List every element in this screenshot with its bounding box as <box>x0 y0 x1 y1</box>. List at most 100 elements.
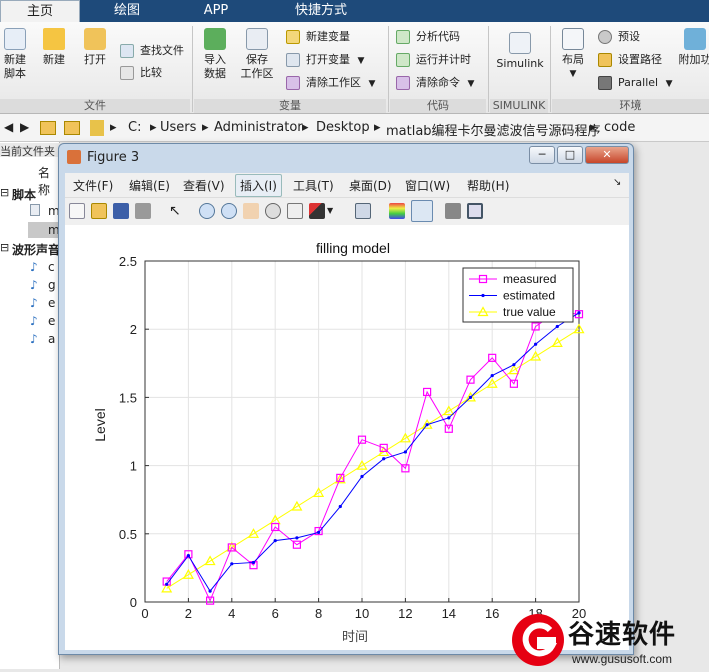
run-and-time-button[interactable]: 运行并计时 <box>396 51 471 69</box>
zoom-in-icon[interactable] <box>199 203 215 219</box>
maximize-button[interactable]: □ <box>557 146 583 164</box>
figure-menubar: 文件(F) 编辑(E) 查看(V) 插入(I) 工具(T) 桌面(D) 窗口(W… <box>65 173 629 197</box>
browse-folder-icon[interactable] <box>64 121 80 135</box>
up-folder-icon[interactable] <box>40 121 56 135</box>
tab-plots[interactable]: 绘图 <box>88 0 166 22</box>
breadcrumb-drive[interactable]: C: <box>128 120 141 135</box>
menu-view[interactable]: 查看(V) <box>183 177 225 194</box>
dock-arrow-icon[interactable]: ↘ <box>613 177 621 188</box>
chart[interactable]: 0 2 4 6 8 10 12 14 16 18 2000.511.522.5 filling mo… <box>65 225 629 650</box>
back-arrow-icon[interactable]: ◀ <box>4 120 13 134</box>
menu-help[interactable]: 帮助(H) <box>467 177 509 194</box>
analyze-code-button[interactable]: 分析代码 <box>396 28 460 46</box>
close-button[interactable]: ✕ <box>585 146 629 164</box>
divider <box>388 26 389 112</box>
open-file-icon[interactable] <box>91 203 107 219</box>
data-point-estimated <box>165 582 169 586</box>
addons-button[interactable]: 附加功 <box>678 28 709 67</box>
data-point-estimated <box>403 450 407 454</box>
breadcrumb-desktop[interactable]: Desktop <box>316 120 370 135</box>
menu-desktop[interactable]: 桌面(D) <box>349 177 392 194</box>
new-variable-button[interactable]: 新建变量 <box>286 28 350 46</box>
collapse-icon[interactable]: ⊟ <box>0 186 9 199</box>
name-column-header[interactable]: 名称 <box>38 164 59 198</box>
list-item[interactable]: c <box>48 260 55 274</box>
collapse-icon[interactable]: ⊟ <box>0 241 9 254</box>
menu-window[interactable]: 窗口(W) <box>405 177 450 194</box>
print-icon[interactable] <box>135 203 151 219</box>
rotate-3d-icon[interactable] <box>265 203 281 219</box>
import-icon <box>204 28 226 50</box>
link-plot-icon[interactable] <box>355 203 371 219</box>
clear-workspace-button[interactable]: 清除工作区 ▼ <box>286 74 375 92</box>
list-item[interactable]: e <box>48 314 55 328</box>
new-button[interactable]: 新建 <box>40 28 68 67</box>
path-separator: ▸ <box>590 120 597 135</box>
pan-hand-icon[interactable] <box>243 203 259 219</box>
menu-file[interactable]: 文件(F) <box>73 177 113 194</box>
new-figure-icon[interactable] <box>69 203 85 219</box>
save-icon[interactable] <box>113 203 129 219</box>
chevron-down-icon[interactable]: ▼ <box>327 203 343 219</box>
figure-window: Figure 3 ─ □ ✕ 文件(F) 编辑(E) 查看(V) 插入(I) 工… <box>58 143 634 655</box>
breadcrumb-project-folder[interactable]: matlab编程卡尔曼滤波信号源码程序 <box>386 120 601 139</box>
preferences-button[interactable]: 预设 <box>598 28 640 46</box>
watermark-url: www.gususoft.com <box>572 652 673 666</box>
x-tick-label: 12 <box>398 606 412 621</box>
legend[interactable]: measured estimated true value <box>462 267 574 323</box>
open-variable-button[interactable]: 打开变量 ▼ <box>286 51 364 69</box>
watermark: 谷速软件 www.gususoft.com <box>510 612 709 669</box>
clear-commands-button[interactable]: 清除命令 ▼ <box>396 74 474 92</box>
data-point-estimated <box>382 457 386 461</box>
pointer-icon[interactable]: ↖ <box>169 203 185 219</box>
y-tick-label: 2.5 <box>119 254 137 269</box>
data-point-estimated <box>534 342 538 346</box>
zoom-out-icon[interactable] <box>221 203 237 219</box>
list-item[interactable]: a <box>48 332 55 346</box>
brush-icon[interactable] <box>309 203 325 219</box>
data-point-estimated <box>577 311 581 315</box>
variable-group-label: 变量 <box>194 99 386 113</box>
save-workspace-button[interactable]: 保存 工作区 <box>240 28 274 81</box>
open-variable-icon <box>286 53 300 67</box>
data-cursor-icon[interactable] <box>287 203 303 219</box>
data-point-estimated <box>447 416 451 420</box>
tab-apps[interactable]: APP <box>176 0 256 22</box>
list-item[interactable]: g <box>48 278 56 292</box>
list-item[interactable]: e <box>48 296 55 310</box>
find-files-button[interactable]: 查找文件 <box>120 42 184 60</box>
import-data-button[interactable]: 导入 数据 <box>200 28 230 81</box>
breadcrumb-code[interactable]: code <box>604 120 635 135</box>
breadcrumb-users[interactable]: Users <box>160 120 196 135</box>
set-path-button[interactable]: 设置路径 <box>598 51 662 69</box>
new-script-button[interactable]: 新建 脚本 <box>2 28 28 81</box>
forward-arrow-icon[interactable]: ▶ <box>20 120 29 134</box>
tab-home[interactable]: 主页 <box>0 0 80 22</box>
hide-plot-tools-icon[interactable] <box>445 203 461 219</box>
figure-title: Figure 3 <box>87 150 140 165</box>
chevron-down-icon: ▼ <box>357 56 365 66</box>
menu-edit[interactable]: 编辑(E) <box>129 177 170 194</box>
breadcrumb-administrator[interactable]: Administrator <box>214 120 303 135</box>
menu-tools[interactable]: 工具(T) <box>293 177 334 194</box>
brush-icon <box>286 76 300 90</box>
layout-button[interactable]: 布局 ▼ <box>556 28 590 81</box>
parallel-button[interactable]: Parallel ▼ <box>598 74 673 92</box>
compare-button[interactable]: 比较 <box>120 64 162 82</box>
simulink-button[interactable]: Simulink <box>494 28 546 71</box>
minimize-button[interactable]: ─ <box>529 146 555 164</box>
path-separator: ▸ <box>150 120 157 135</box>
x-tick-label: 8 <box>315 606 322 621</box>
tab-shortcuts[interactable]: 快捷方式 <box>266 0 376 22</box>
data-point-estimated <box>490 373 494 378</box>
data-point-estimated <box>360 474 364 479</box>
y-axis-label: Level <box>92 408 108 441</box>
m-file-icon <box>30 204 40 216</box>
legend-icon[interactable] <box>411 200 433 222</box>
menu-insert[interactable]: 插入(I) <box>235 174 282 197</box>
show-plot-tools-icon[interactable] <box>467 203 483 219</box>
section-scripts: 脚本 <box>12 188 37 202</box>
x-tick-label: 16 <box>485 606 499 621</box>
open-button[interactable]: 打开 <box>82 28 108 67</box>
colorbar-icon[interactable] <box>389 203 405 219</box>
